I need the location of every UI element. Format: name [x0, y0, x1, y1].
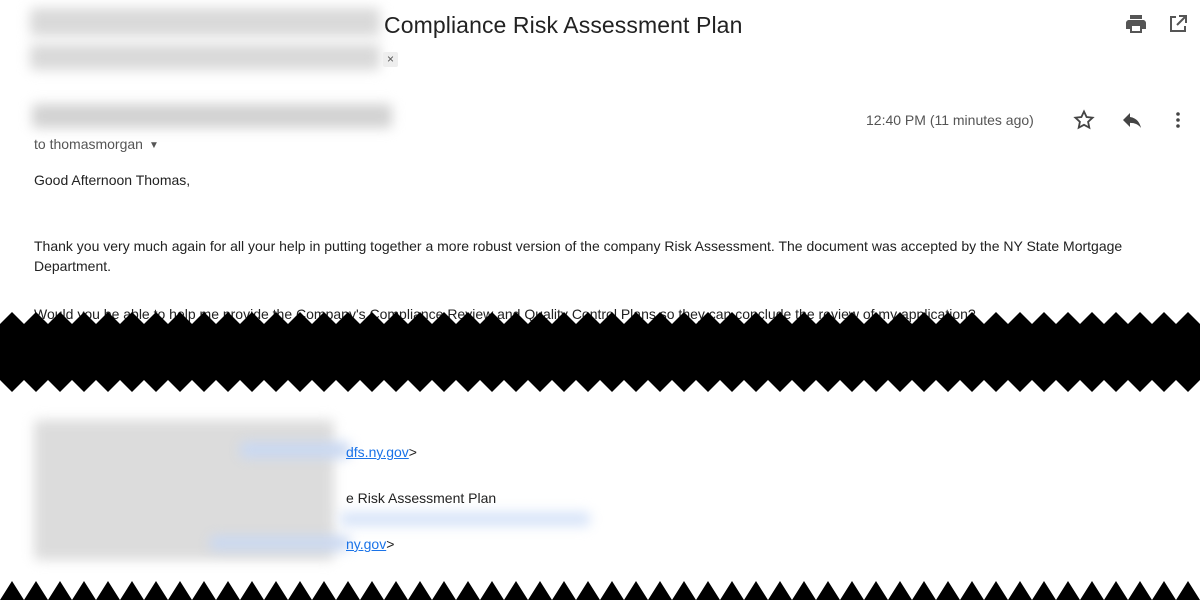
redacted-email-address-2 — [340, 512, 590, 526]
quoted-to-line: ny.gov> — [346, 534, 394, 554]
redacted-sender-name — [32, 104, 392, 128]
redacted-sender-header — [30, 8, 380, 36]
recipient-details-caret[interactable]: ▼ — [149, 140, 159, 151]
recipient-line[interactable]: to thomasmorgan ▼ — [34, 136, 159, 152]
email-subject: Compliance Risk Assessment Plan — [384, 12, 743, 38]
quoted-to-email-link[interactable]: ny.gov — [346, 536, 386, 552]
print-icon[interactable] — [1124, 12, 1148, 36]
quoted-subject-line: e Risk Assessment Plan — [346, 490, 497, 506]
redacted-email-address-3 — [210, 536, 350, 550]
more-vert-icon[interactable] — [1166, 108, 1190, 132]
quoted-from-line: dfs.ny.gov> — [346, 442, 417, 462]
redacted-sender-header-line2 — [30, 44, 380, 70]
redacted-email-address — [240, 442, 350, 458]
label-remove-button[interactable]: × — [383, 52, 398, 67]
open-in-new-icon[interactable] — [1166, 12, 1190, 36]
redaction-torn-band — [0, 312, 1200, 392]
quoted-to-suffix: > — [386, 536, 395, 552]
recipient-text: to thomasmorgan — [34, 136, 143, 152]
redaction-torn-bottom — [0, 581, 1200, 600]
quoted-from-suffix: > — [408, 444, 417, 460]
reply-icon[interactable] — [1120, 108, 1144, 132]
star-icon[interactable] — [1072, 108, 1096, 132]
message-timestamp: 12:40 PM (11 minutes ago) — [866, 112, 1034, 128]
email-paragraph-1: Thank you very much again for all your h… — [34, 238, 1123, 274]
quoted-from-email-link[interactable]: dfs.ny.gov — [346, 444, 409, 460]
email-greeting: Good Afternoon Thomas, — [34, 172, 191, 188]
